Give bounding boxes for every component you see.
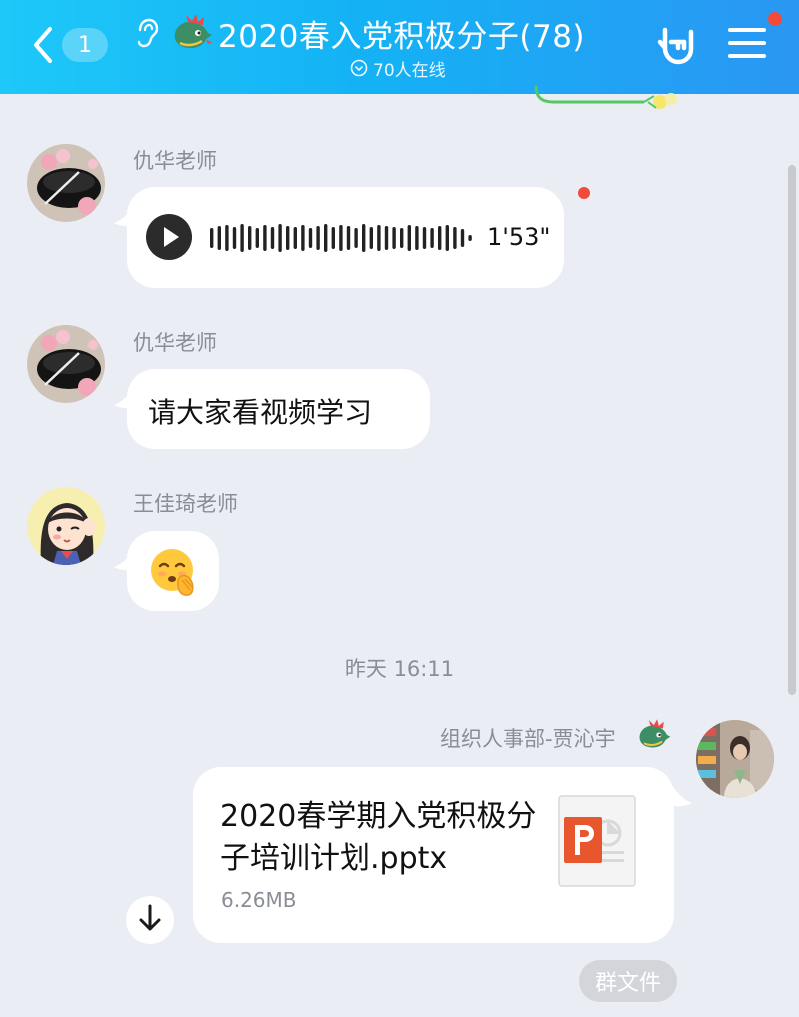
waveform-bar (415, 226, 419, 250)
powerpoint-icon (558, 795, 636, 887)
waveform-bar (400, 228, 404, 248)
voice-unread-dot (578, 187, 590, 199)
waveform-bar (270, 227, 275, 249)
notification-dot (768, 12, 782, 26)
waveform-bar (255, 228, 259, 248)
waveform-bar (232, 227, 237, 249)
waveform-bar (263, 225, 267, 251)
bubble-tail (114, 549, 134, 571)
online-count: 70人在线 (373, 60, 446, 81)
bubble-tail (114, 387, 134, 409)
message-text: 请大家看视频学习 (148, 396, 373, 429)
waveform-bar (377, 225, 381, 251)
download-button[interactable] (126, 896, 174, 944)
my-avatar[interactable] (696, 720, 774, 798)
scrollbar[interactable] (788, 165, 796, 695)
waveform-bar (225, 225, 229, 251)
waveform-bar (453, 227, 457, 249)
waveform-bar (308, 228, 313, 248)
dragon-icon (168, 13, 214, 53)
waveform-bar (286, 226, 290, 250)
waveform-bar (293, 227, 297, 249)
bubble-tail (672, 785, 692, 807)
waveform-bar (339, 225, 343, 251)
sender-name: 王佳琦老师 (133, 492, 238, 516)
voice-waveform (210, 224, 472, 252)
waveform-bar (354, 228, 358, 248)
waveform-bar (301, 225, 305, 251)
waveform-bar (384, 226, 389, 250)
waveform-bar (407, 225, 411, 251)
waveform-bar (460, 229, 465, 247)
sender-name: 仇华老师 (133, 331, 217, 355)
chat-title: 2020春入党积极分子(78) (218, 18, 586, 55)
avatar[interactable] (27, 325, 105, 403)
waveform-bar (346, 226, 351, 250)
pleading-face-emoji (148, 546, 200, 598)
waveform-bar (392, 227, 396, 249)
waveform-bar (210, 228, 214, 248)
arrow-down-icon (137, 903, 163, 937)
waveform-bar (217, 226, 221, 250)
ear-icon[interactable] (134, 18, 160, 48)
waveform-bar (445, 225, 449, 251)
waveform-bar (248, 226, 252, 250)
avatar[interactable] (27, 144, 105, 222)
waveform-bar (240, 224, 244, 252)
dragon-icon (634, 718, 672, 752)
waveform-bar (422, 227, 427, 249)
waveform-bar (430, 228, 434, 248)
previous-message-fragment (534, 85, 682, 114)
unread-count-badge: 1 (62, 28, 108, 62)
back-chevron-icon (28, 22, 58, 68)
waveform-bar (324, 224, 328, 252)
sender-name: 组织人事部-贾沁宇 (440, 727, 616, 751)
waveform-bar (468, 235, 472, 241)
rock-hand-icon[interactable] (656, 24, 698, 66)
sender-name: 仇华老师 (133, 149, 217, 173)
waveform-bar (369, 227, 373, 249)
file-name: 2020春学期入党积极分子培训计划.pptx (220, 799, 537, 876)
message-timestamp: 昨天 16:11 (344, 657, 455, 681)
voice-duration: 1'53" (487, 223, 551, 251)
file-size: 6.26MB (221, 888, 297, 912)
waveform-bar (316, 226, 320, 250)
play-icon[interactable] (146, 214, 192, 260)
chat-header: 1 2020春入党积极分子(78) 70人在线 (0, 0, 799, 94)
menu-icon[interactable] (726, 22, 768, 64)
waveform-bar (278, 224, 282, 252)
online-status[interactable]: 70人在线 (350, 57, 446, 81)
chat-title-row[interactable]: 2020春入党积极分子(78) (134, 10, 604, 56)
back-button[interactable]: 1 (28, 22, 112, 68)
waveform-bar (438, 226, 442, 250)
waveform-bar (331, 227, 335, 249)
bubble-tail (114, 205, 134, 227)
group-files-button[interactable]: 群文件 (579, 960, 677, 1002)
waveform-bar (362, 224, 366, 252)
avatar[interactable] (27, 487, 105, 565)
chevron-down-circle-icon (350, 59, 368, 77)
